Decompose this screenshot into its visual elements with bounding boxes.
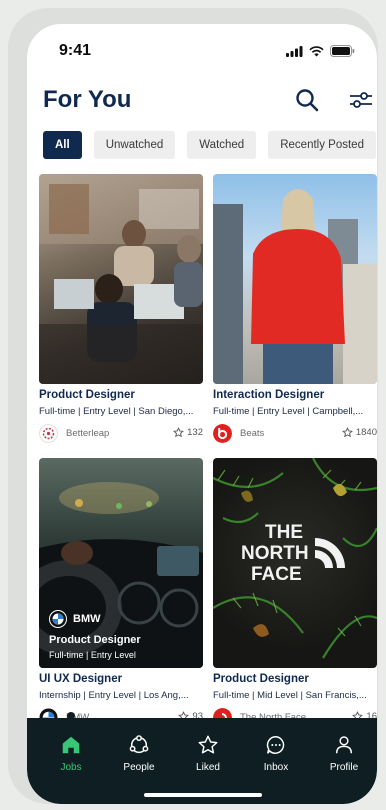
- nav-label: Profile: [329, 762, 359, 773]
- battery-icon: [330, 45, 355, 57]
- job-title: Product Designer: [39, 389, 135, 401]
- job-title: Product Designer: [213, 673, 309, 685]
- nav-profile[interactable]: Profile: [314, 734, 374, 773]
- job-details: Full-time | Entry Level | San Diego,...: [39, 406, 194, 417]
- image-overlay: BMW Product Designer Full-time | Entry L…: [49, 610, 141, 660]
- nav-indicator-dot: [67, 712, 75, 720]
- chip-watched[interactable]: Watched: [187, 131, 257, 159]
- status-time: 9:41: [59, 42, 92, 59]
- job-image-woman-red-hoodie: [213, 174, 377, 384]
- nav-inbox[interactable]: Inbox: [246, 734, 306, 773]
- job-title: Interaction Designer: [213, 389, 325, 401]
- job-image-office: [39, 174, 203, 384]
- chip-recently-posted[interactable]: Recently Posted: [268, 131, 376, 159]
- job-details: Full-time | Entry Level | Campbell,...: [213, 406, 364, 417]
- job-image-north-face: THE NORTH FACE: [213, 458, 377, 668]
- tnf-the: THE: [265, 522, 303, 543]
- job-details: Full-time | Mid Level | San Francis,...: [213, 690, 367, 701]
- tnf-face: FACE: [251, 564, 302, 585]
- nav-label: Jobs: [60, 762, 82, 773]
- beats-logo-icon: [213, 424, 232, 443]
- nav-people[interactable]: People: [109, 734, 169, 773]
- likes-value: 1840: [355, 427, 377, 438]
- user-icon: [335, 736, 353, 754]
- job-card[interactable]: Product Designer Full-time | Entry Level…: [39, 174, 203, 444]
- tnf-north: NORTH: [241, 543, 309, 564]
- job-title: UI UX Designer: [39, 673, 123, 685]
- star-icon: [198, 735, 218, 754]
- status-bar: 9:41: [59, 42, 355, 62]
- job-card[interactable]: THE NORTH FACE Product Designer Full-tim…: [213, 458, 377, 728]
- filter-sliders-icon[interactable]: [349, 88, 373, 112]
- page-title: For You: [43, 86, 132, 113]
- nav-liked[interactable]: Liked: [178, 734, 238, 773]
- search-icon[interactable]: [295, 88, 319, 112]
- company-row: Betterleap 132: [39, 424, 203, 444]
- nav-label: People: [123, 762, 155, 773]
- likes-count[interactable]: 132: [173, 427, 203, 438]
- nav-label: Liked: [196, 762, 220, 773]
- signal-icon: [286, 45, 303, 57]
- overlay-title: Product Designer: [49, 634, 141, 646]
- overlay-brand: BMW: [73, 613, 101, 625]
- chip-unwatched[interactable]: Unwatched: [93, 131, 176, 159]
- bmw-logo-icon: [49, 610, 67, 628]
- status-icons: [286, 45, 355, 57]
- bottom-nav: Jobs People Liked Inbox Profile: [27, 712, 377, 804]
- betterleap-logo-icon: [39, 424, 58, 443]
- people-network-icon: [129, 735, 149, 754]
- phone-frame: 9:41 For You All Unwatched Watched Recen…: [8, 8, 378, 804]
- wifi-icon: [309, 45, 324, 56]
- screen: 9:41 For You All Unwatched Watched Recen…: [27, 24, 377, 804]
- company-row: Beats 1840: [213, 424, 377, 444]
- job-image-car-dashboard: BMW Product Designer Full-time | Entry L…: [39, 458, 203, 668]
- job-details: Internship | Entry Level | Los Ang,...: [39, 690, 189, 701]
- job-card[interactable]: BMW Product Designer Full-time | Entry L…: [39, 458, 203, 728]
- nav-label: Inbox: [263, 762, 289, 773]
- star-icon: [173, 427, 185, 438]
- chip-all[interactable]: All: [43, 131, 82, 159]
- home-indicator: [144, 793, 262, 797]
- overlay-details: Full-time | Entry Level: [49, 650, 136, 660]
- job-card[interactable]: Interaction Designer Full-time | Entry L…: [213, 174, 377, 444]
- chat-bubble-icon: [266, 736, 285, 754]
- filter-chips: All Unwatched Watched Recently Posted: [43, 131, 376, 159]
- star-icon: [341, 427, 353, 438]
- nav-jobs[interactable]: Jobs: [41, 734, 101, 773]
- home-icon: [62, 736, 80, 754]
- company-name: Betterleap: [66, 428, 110, 439]
- likes-count[interactable]: 1840: [341, 427, 377, 438]
- likes-value: 132: [187, 427, 203, 438]
- company-name: Beats: [240, 428, 265, 439]
